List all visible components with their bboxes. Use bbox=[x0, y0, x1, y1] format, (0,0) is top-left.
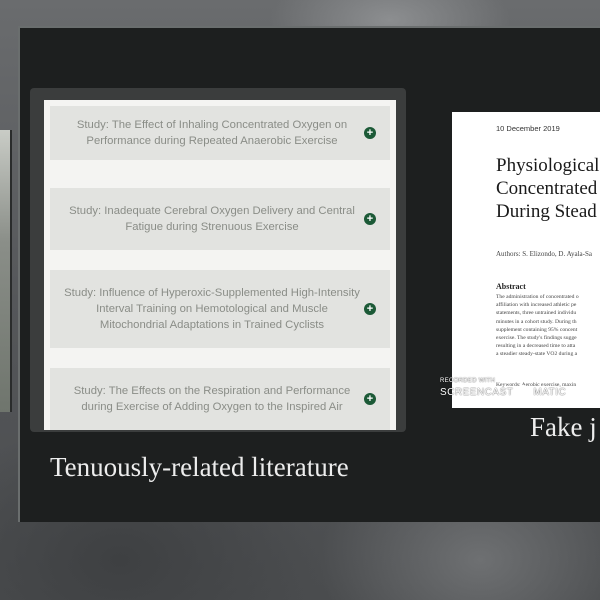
watermark-brand-right: MATIC bbox=[533, 386, 567, 398]
abstract-line: The administration of concentrated o bbox=[496, 294, 579, 300]
study-title: Study: Inadequate Cerebral Oxygen Delive… bbox=[69, 205, 355, 233]
abstract-line: minutes in a cohort study. During th bbox=[496, 318, 577, 325]
abstract-line: statements, three untrained individu bbox=[496, 310, 577, 317]
presentation-slide: Study: The Effect of Inhaling Concentrat… bbox=[18, 26, 600, 522]
journal-title: Physiological Concentrated During Stead bbox=[496, 154, 599, 223]
study-title: Study: Influence of Hyperoxic-Supplement… bbox=[64, 287, 360, 331]
journal-title-line: During Stead bbox=[496, 201, 597, 222]
recorded-with-label: Recorded with bbox=[440, 378, 496, 384]
journal-title-line: Concentrated bbox=[496, 178, 598, 199]
study-item[interactable]: Study: Inadequate Cerebral Oxygen Delive… bbox=[50, 188, 390, 250]
study-title: Study: The Effects on the Respiration an… bbox=[73, 385, 351, 413]
abstract-line: resulting in a decreased time to atta bbox=[496, 343, 576, 350]
abstract-line: supplement containing 95% concent bbox=[496, 326, 578, 333]
plus-icon[interactable]: + bbox=[364, 393, 376, 405]
right-caption: Fake j bbox=[530, 412, 597, 442]
study-item[interactable]: Study: Influence of Hyperoxic-Supplement… bbox=[50, 270, 390, 348]
watermark-brand-left: SCREENCAST bbox=[440, 386, 514, 398]
journal-authors: Authors: S. Elizondo, D. Ayala-Sa bbox=[496, 250, 592, 258]
plus-icon[interactable]: + bbox=[364, 303, 376, 315]
screencast-logo-icon bbox=[516, 385, 531, 399]
left-caption: Tenuously-related literature bbox=[50, 452, 349, 482]
background-window-strip bbox=[0, 130, 12, 412]
abstract-heading: Abstract bbox=[496, 282, 526, 291]
study-item[interactable]: Study: The Effects on the Respiration an… bbox=[50, 368, 390, 430]
abstract-line: exercise. The study's findings sugge bbox=[496, 335, 577, 342]
plus-icon[interactable]: + bbox=[364, 127, 376, 139]
screencast-o-matic-watermark: SCREENCAST MATIC bbox=[440, 385, 566, 399]
study-item[interactable]: Study: The Effect of Inhaling Concentrat… bbox=[50, 106, 390, 160]
abstract-line: affiliation with increased athletic pe bbox=[496, 302, 577, 309]
abstract-text: The administration of concentrated o aff… bbox=[496, 293, 600, 359]
abstract-line: a steadier steady-state VO2 during a bbox=[496, 351, 578, 358]
study-list: Study: The Effect of Inhaling Concentrat… bbox=[44, 100, 396, 430]
fake-journal-page: 10 December 2019 Physiological Concentra… bbox=[452, 112, 600, 408]
plus-icon[interactable]: + bbox=[364, 213, 376, 225]
literature-panel: Study: The Effect of Inhaling Concentrat… bbox=[30, 88, 406, 432]
journal-title-line: Physiological bbox=[496, 155, 600, 176]
journal-date: 10 December 2019 bbox=[496, 124, 560, 133]
study-title: Study: The Effect of Inhaling Concentrat… bbox=[76, 119, 348, 147]
